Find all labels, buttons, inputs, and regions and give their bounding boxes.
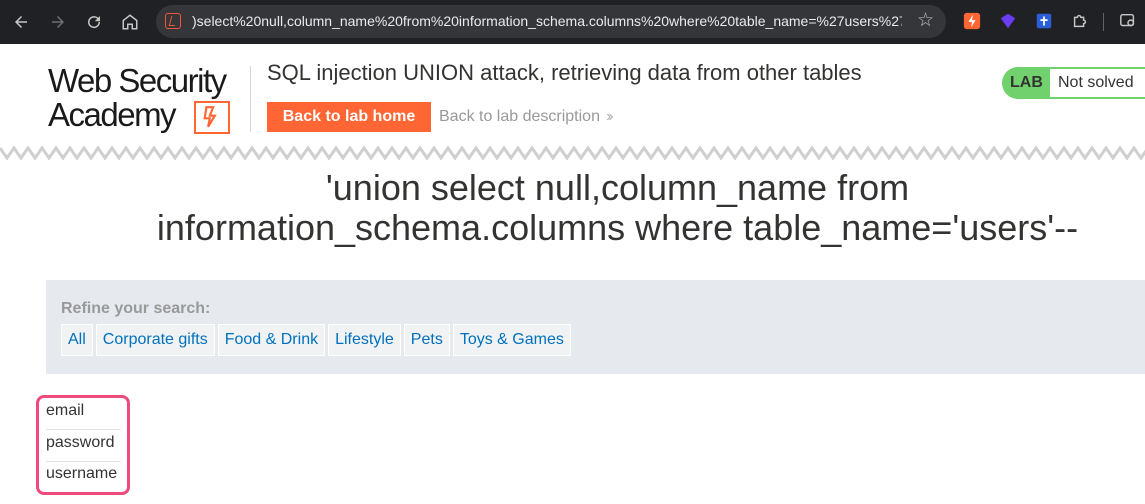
refine-search-label: Refine your search:: [61, 300, 211, 317]
header-zigzag-divider: [0, 145, 1145, 161]
toolbar-divider: [1103, 13, 1104, 31]
url-text[interactable]: )select%20null,column_name%20from%20info…: [192, 13, 902, 29]
logo-line-1: Web Security: [48, 62, 227, 99]
lab-status-text: Not solved: [1050, 69, 1145, 97]
filter-food-drink[interactable]: Food & Drink: [217, 324, 326, 356]
lab-tag: LAB: [1010, 74, 1043, 91]
lab-status-badge: LAB Not solved: [1002, 67, 1145, 99]
results-highlight-box: email password username: [36, 395, 130, 495]
search-heading-line-2: information_schema.columns where table_n…: [156, 207, 1079, 248]
tab-search-icon[interactable]: [1118, 11, 1138, 31]
filter-lifestyle[interactable]: Lifestyle: [328, 324, 401, 356]
browser-toolbar: )select%20null,column_name%20from%20info…: [0, 0, 1145, 44]
web-security-academy-logo[interactable]: Web Security Academy: [48, 64, 248, 140]
category-filter-list: All Corporate gifts Food & Drink Lifesty…: [61, 324, 571, 356]
home-icon[interactable]: [118, 10, 142, 34]
reload-icon[interactable]: [82, 10, 106, 34]
filter-toys-games[interactable]: Toys & Games: [452, 324, 571, 356]
logo-bolt-icon: [194, 101, 230, 134]
back-to-lab-home-button[interactable]: Back to lab home: [267, 102, 431, 132]
search-heading-line-1: 'union select null,column_name from: [325, 167, 910, 208]
extension-gem-icon[interactable]: [998, 11, 1018, 31]
result-row-email: email: [46, 399, 121, 430]
bookmark-star-icon[interactable]: ☆: [917, 11, 934, 31]
back-to-lab-description-link[interactable]: Back to lab description ››: [439, 108, 613, 126]
back-arrow-icon[interactable]: [9, 10, 33, 34]
extension-shield-icon[interactable]: [1034, 11, 1054, 31]
filter-corporate-gifts[interactable]: Corporate gifts: [95, 324, 215, 356]
extension-bolt-icon[interactable]: [962, 11, 982, 31]
result-row-username: username: [46, 465, 118, 482]
extensions-puzzle-icon[interactable]: [1070, 11, 1090, 31]
address-bar[interactable]: )select%20null,column_name%20from%20info…: [156, 5, 946, 38]
filter-pets[interactable]: Pets: [403, 324, 450, 356]
refine-search-panel: Refine your search: All Corporate gifts …: [46, 280, 1145, 374]
result-row-password: password: [46, 431, 121, 462]
double-chevron-right-icon: ››: [605, 108, 613, 125]
site-favicon-icon: [165, 13, 181, 29]
lab-title: SQL injection UNION attack, retrieving d…: [267, 60, 862, 85]
back-to-lab-description-label: Back to lab description: [439, 108, 600, 125]
forward-arrow-icon[interactable]: [46, 10, 70, 34]
search-results-heading: 'union select null,column_name from info…: [0, 168, 1145, 248]
filter-all[interactable]: All: [61, 324, 93, 356]
header-divider: [250, 66, 251, 132]
